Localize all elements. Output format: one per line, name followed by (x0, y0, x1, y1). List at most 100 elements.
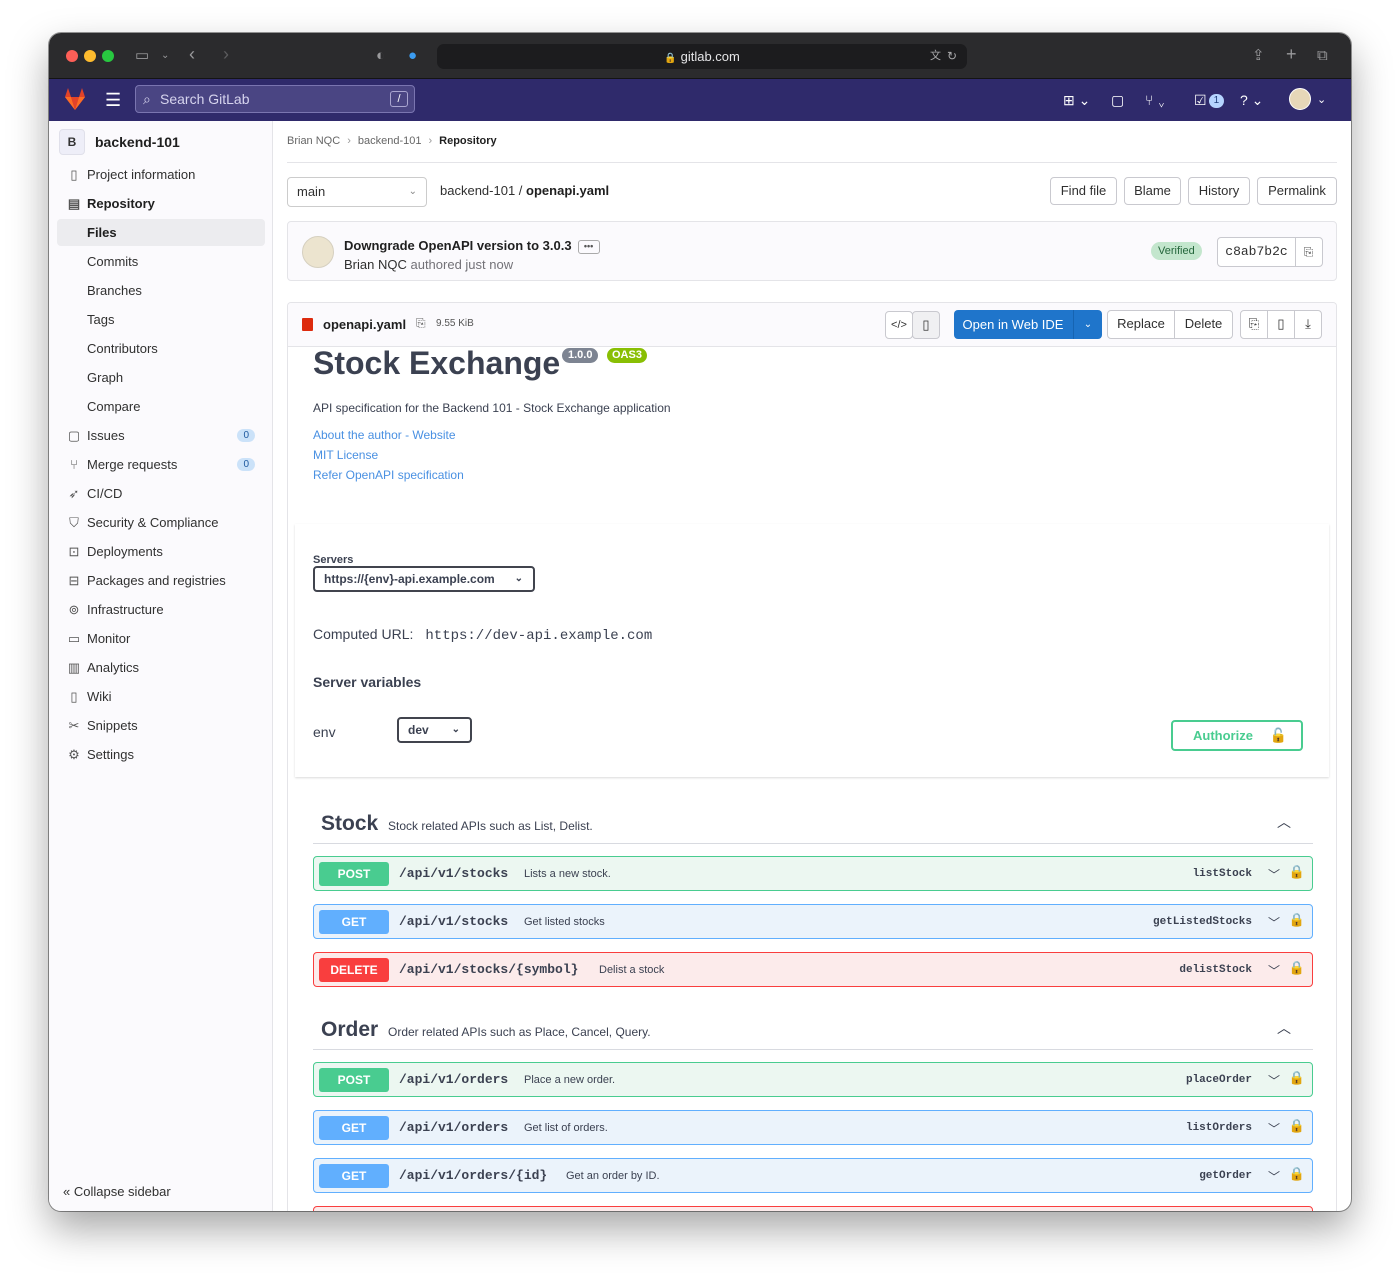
operation-row[interactable]: GET /api/v1/orders/{id} Get an order by … (313, 1158, 1313, 1193)
chevron-down-icon[interactable]: ﹀ (1268, 1072, 1280, 1089)
source-view-icon[interactable]: </> (885, 311, 913, 339)
translate-icon[interactable]: 文 (930, 44, 941, 69)
download-icon[interactable]: ⤓ (1294, 310, 1322, 339)
new-tab-icon[interactable]: + (1286, 44, 1297, 64)
sidebar-item-graph[interactable]: Graph (57, 364, 265, 391)
tag-section-order[interactable]: Order Order related APIs such as Place, … (313, 1008, 1313, 1050)
lock-icon[interactable]: 🔒 (1289, 864, 1305, 880)
sidebar-item-infrastructure[interactable]: ⊚ Infrastructure (57, 596, 265, 623)
operation-row[interactable]: DELETE /api/v1/stocks/{symbol} Delist a … (313, 952, 1313, 987)
sidebar-item-wiki[interactable]: ▯ Wiki (57, 683, 265, 710)
openapi-spec-link[interactable]: Refer OpenAPI specification (313, 468, 464, 482)
lock-icon[interactable]: 🔒 (1289, 1166, 1305, 1182)
issues-icon[interactable]: ▢ (1111, 91, 1124, 109)
gitlab-logo-icon[interactable] (63, 88, 87, 110)
chevron-down-icon[interactable]: ⌄ (1073, 310, 1102, 339)
breadcrumb-user[interactable]: Brian NQC (287, 135, 340, 147)
operation-row[interactable]: GET /api/v1/orders Get list of orders. l… (313, 1110, 1313, 1145)
sidebar-item-packages[interactable]: ⊟ Packages and registries (57, 567, 265, 594)
lock-icon[interactable]: 🔒 (1289, 960, 1305, 976)
user-avatar[interactable] (1289, 88, 1311, 110)
sidebar-item-repository[interactable]: ▤ Repository (57, 190, 265, 217)
create-new-icon[interactable]: ⊞ ⌄ (1063, 91, 1090, 109)
copy-icon[interactable]: ⎘ (1295, 238, 1322, 266)
sidebar-item-commits[interactable]: Commits (57, 248, 265, 275)
sidebar-item-snippets[interactable]: ✂ Snippets (57, 712, 265, 739)
commit-title[interactable]: Downgrade OpenAPI version to 3.0.3 ••• (344, 238, 600, 254)
env-select[interactable]: dev ⌄ (397, 717, 472, 743)
extension-icon[interactable]: ● (408, 46, 417, 66)
merge-requests-icon[interactable]: ⑂ ⌄ (1145, 91, 1166, 109)
license-link[interactable]: MIT License (313, 448, 378, 462)
more-dots-icon[interactable]: ••• (577, 239, 600, 254)
close-window-button[interactable] (66, 50, 78, 62)
history-button[interactable]: History (1188, 177, 1250, 205)
chevron-down-icon[interactable]: ⌄ (161, 46, 169, 66)
sidebar-item-tags[interactable]: Tags (57, 306, 265, 333)
chevron-down-icon[interactable]: ⌄ (1317, 91, 1326, 109)
operation-row[interactable]: POST /api/v1/stocks Lists a new stock. l… (313, 856, 1313, 891)
sidebar-item-analytics[interactable]: ▥ Analytics (57, 654, 265, 681)
tag-section-stock[interactable]: Stock Stock related APIs such as List, D… (313, 802, 1313, 844)
chevron-down-icon[interactable]: ﹀ (1268, 914, 1280, 931)
chevron-down-icon[interactable]: ﹀ (1268, 1168, 1280, 1185)
path-dir-link[interactable]: backend-101 (440, 183, 515, 198)
branch-selector[interactable]: main ⌄ (287, 177, 427, 207)
sidebar-item-branches[interactable]: Branches (57, 277, 265, 304)
copy-path-icon[interactable]: ⎘ (416, 316, 426, 331)
sidebar-item-cicd[interactable]: ➶ CI/CD (57, 480, 265, 507)
sidebar-item-issues[interactable]: ▢ Issues 0 (57, 422, 265, 449)
sidebar-toggle-icon[interactable]: ▭ (135, 46, 149, 66)
todos-icon[interactable]: ☑ 1 (1194, 91, 1225, 109)
permalink-button[interactable]: Permalink (1257, 177, 1337, 205)
reload-icon[interactable]: ↻ (947, 44, 957, 69)
back-icon[interactable]: ‹ (189, 44, 195, 64)
sidebar-item-settings[interactable]: ⚙ Settings (57, 741, 265, 768)
lock-icon[interactable]: 🔒 (1289, 1070, 1305, 1086)
find-file-button[interactable]: Find file (1050, 177, 1117, 205)
tab-overview-icon[interactable]: ⧉ (1317, 46, 1328, 66)
breadcrumb-repository[interactable]: Repository (439, 135, 496, 147)
sidebar-item-merge-requests[interactable]: ⑂ Merge requests 0 (57, 451, 265, 478)
operation-row-partial[interactable] (313, 1206, 1313, 1211)
chevron-down-icon[interactable]: ﹀ (1268, 866, 1280, 883)
copy-contents-icon[interactable]: ⎘ (1240, 310, 1268, 339)
sidebar-item-files[interactable]: Files (57, 219, 265, 246)
sidebar-item-deployments[interactable]: ⊡ Deployments (57, 538, 265, 565)
commit-author[interactable]: Brian NQC (344, 257, 407, 272)
open-web-ide-button[interactable]: Open in Web IDE ⌄ (954, 310, 1102, 339)
address-bar[interactable]: 🔒 gitlab.com ↻ 文 (437, 44, 967, 69)
share-icon[interactable]: ⇪ (1252, 46, 1265, 66)
server-select[interactable]: https://{env}-api.example.com ⌄ (313, 566, 535, 592)
operation-row[interactable]: POST /api/v1/orders Place a new order. p… (313, 1062, 1313, 1097)
commit-author-avatar[interactable] (302, 236, 334, 268)
collapse-sidebar-button[interactable]: « Collapse sidebar (63, 1184, 171, 1199)
raw-file-icon[interactable]: ▯ (1267, 310, 1295, 339)
help-icon[interactable]: ? ⌄ (1240, 91, 1263, 109)
lock-icon[interactable]: 🔒 (1289, 1118, 1305, 1134)
blame-button[interactable]: Blame (1124, 177, 1181, 205)
operation-row[interactable]: GET /api/v1/stocks Get listed stocks get… (313, 904, 1313, 939)
chevron-up-icon[interactable]: ︿ (1277, 1018, 1291, 1038)
rendered-view-icon[interactable]: ▯ (912, 311, 940, 339)
sidebar-item-project-information[interactable]: ▯ Project information (57, 161, 265, 188)
author-website-link[interactable]: About the author - Website (313, 428, 456, 442)
zoom-window-button[interactable] (102, 50, 114, 62)
sidebar-item-contributors[interactable]: Contributors (57, 335, 265, 362)
sidebar-item-security[interactable]: ⛉ Security & Compliance (57, 509, 265, 536)
minimize-window-button[interactable] (84, 50, 96, 62)
chevron-down-icon[interactable]: ﹀ (1268, 962, 1280, 979)
commit-sha-text[interactable]: c8ab7b2c (1218, 238, 1296, 266)
privacy-shield-icon[interactable]: ◐ (376, 46, 385, 66)
sidebar-item-monitor[interactable]: ▭ Monitor (57, 625, 265, 652)
replace-button[interactable]: Replace (1107, 310, 1175, 339)
project-header[interactable]: B backend-101 (59, 129, 180, 155)
forward-icon[interactable]: › (223, 44, 229, 64)
verified-badge[interactable]: Verified (1151, 242, 1202, 260)
delete-button[interactable]: Delete (1174, 310, 1233, 339)
search-input[interactable]: ⌕ Search GitLab / (135, 85, 415, 113)
authorize-button[interactable]: Authorize 🔓 (1171, 720, 1303, 751)
menu-icon[interactable]: ☰ (105, 90, 121, 110)
chevron-down-icon[interactable]: ﹀ (1268, 1120, 1280, 1137)
chevron-up-icon[interactable]: ︿ (1277, 812, 1291, 832)
